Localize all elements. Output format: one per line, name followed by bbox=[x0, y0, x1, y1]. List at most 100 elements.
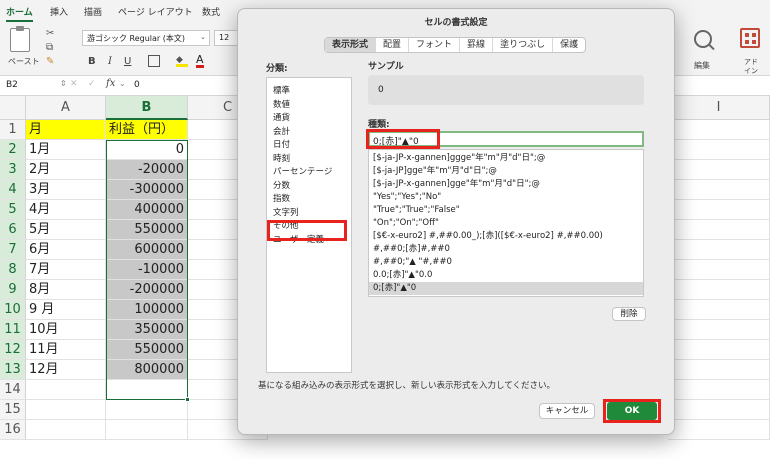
category-item[interactable]: 日付 bbox=[273, 138, 290, 150]
column-header-i[interactable]: I bbox=[668, 96, 770, 120]
row-header[interactable]: 11 bbox=[0, 320, 26, 340]
profit-cell[interactable]: 550000 bbox=[106, 220, 188, 240]
month-cell[interactable]: 9 月 bbox=[26, 300, 106, 320]
cancel-entry-icon[interactable]: ✕ bbox=[70, 79, 78, 89]
edit-label[interactable]: 編集 bbox=[694, 60, 710, 71]
tab-draw[interactable]: 描画 bbox=[84, 5, 102, 18]
category-item[interactable]: 時刻 bbox=[273, 152, 290, 164]
row-header[interactable]: 3 bbox=[0, 160, 26, 180]
fill-color-icon[interactable]: ◆ bbox=[176, 55, 188, 67]
category-item[interactable]: 標準 bbox=[273, 84, 290, 96]
select-all-corner[interactable] bbox=[0, 96, 26, 120]
format-type-item[interactable]: "True";"True";"False" bbox=[369, 204, 643, 217]
month-cell[interactable]: 5月 bbox=[26, 220, 106, 240]
scissors-icon[interactable]: ✂ bbox=[46, 28, 54, 39]
format-type-item[interactable]: 0.0;[赤]"▲"0.0 bbox=[369, 269, 643, 282]
month-cell[interactable]: 1月 bbox=[26, 140, 106, 160]
category-item[interactable]: ユーザー定義 bbox=[273, 233, 324, 245]
tab-fill[interactable]: 塗りつぶし bbox=[493, 38, 554, 52]
format-type-item[interactable]: #,##0;[赤]#,##0 bbox=[369, 243, 643, 256]
empty-cell[interactable] bbox=[668, 180, 770, 200]
empty-cell[interactable] bbox=[668, 120, 770, 140]
empty-cell[interactable] bbox=[668, 200, 770, 220]
chevron-down-icon[interactable]: ⌄ bbox=[200, 33, 206, 41]
month-cell[interactable]: 4月 bbox=[26, 200, 106, 220]
addins-icon[interactable] bbox=[740, 28, 760, 48]
month-cell[interactable]: 2月 bbox=[26, 160, 106, 180]
insert-function-button[interactable]: fx bbox=[106, 78, 115, 89]
row-header[interactable]: 12 bbox=[0, 340, 26, 360]
profit-cell[interactable]: 550000 bbox=[106, 340, 188, 360]
addins-label[interactable]: アド イン bbox=[744, 58, 764, 76]
format-type-item[interactable]: "Yes";"Yes";"No" bbox=[369, 191, 643, 204]
month-cell[interactable]: 10月 bbox=[26, 320, 106, 340]
profit-cell[interactable]: 100000 bbox=[106, 300, 188, 320]
format-type-item[interactable]: [$-ja-JP]gge"年"m"月"d"日";@ bbox=[369, 165, 643, 178]
underline-button[interactable]: U bbox=[124, 56, 131, 67]
category-item[interactable]: 数値 bbox=[273, 98, 290, 110]
profit-cell[interactable]: -10000 bbox=[106, 260, 188, 280]
month-cell[interactable]: 11月 bbox=[26, 340, 106, 360]
chevron-down-icon[interactable]: ⌄ bbox=[119, 79, 126, 88]
tab-formulas[interactable]: 数式 bbox=[202, 5, 220, 18]
copy-icon[interactable]: ⧉ bbox=[46, 42, 53, 53]
font-color-button[interactable]: A bbox=[196, 54, 204, 68]
row-header[interactable]: 2 bbox=[0, 140, 26, 160]
name-box-stepper-icon[interactable]: ⇕ bbox=[60, 79, 67, 88]
profit-cell[interactable]: 0 bbox=[106, 140, 188, 160]
empty-cell[interactable] bbox=[26, 380, 106, 400]
empty-cell[interactable] bbox=[106, 420, 188, 440]
row-header[interactable]: 8 bbox=[0, 260, 26, 280]
category-list[interactable]: 標準 数値 通貨 会計 日付 時刻 パーセンテージ 分数 指数 文字列 その他 ユーザー定義 bbox=[266, 77, 352, 373]
row-header[interactable]: 9 bbox=[0, 280, 26, 300]
ok-button[interactable]: OK bbox=[607, 402, 657, 420]
format-type-item[interactable]: 0;[赤]"▲"0 bbox=[369, 282, 643, 295]
empty-cell[interactable] bbox=[668, 300, 770, 320]
empty-cell[interactable] bbox=[668, 220, 770, 240]
row-header[interactable]: 13 bbox=[0, 360, 26, 380]
month-cell[interactable]: 8月 bbox=[26, 280, 106, 300]
row-header[interactable]: 10 bbox=[0, 300, 26, 320]
clipboard-paste-icon[interactable] bbox=[10, 26, 30, 52]
tab-insert[interactable]: 挿入 bbox=[50, 5, 68, 18]
empty-cell[interactable] bbox=[26, 400, 106, 420]
empty-cell[interactable] bbox=[668, 380, 770, 400]
category-item[interactable]: 会計 bbox=[273, 125, 290, 137]
tab-number-format[interactable]: 表示形式 bbox=[325, 38, 377, 52]
row-header[interactable]: 6 bbox=[0, 220, 26, 240]
profit-cell[interactable]: 400000 bbox=[106, 200, 188, 220]
category-item[interactable]: 分数 bbox=[273, 179, 290, 191]
row-header[interactable]: 16 bbox=[0, 420, 26, 440]
confirm-entry-icon[interactable]: ✓ bbox=[88, 79, 96, 89]
fill-handle[interactable] bbox=[185, 397, 190, 402]
month-cell[interactable]: 6月 bbox=[26, 240, 106, 260]
empty-cell[interactable] bbox=[668, 360, 770, 380]
format-type-input[interactable]: 0;[赤]"▲"0 bbox=[368, 131, 644, 147]
profit-cell[interactable]: 350000 bbox=[106, 320, 188, 340]
profit-cell[interactable]: -200000 bbox=[106, 280, 188, 300]
header-cell-profit[interactable]: 利益（円） bbox=[106, 120, 188, 140]
empty-cell[interactable] bbox=[668, 160, 770, 180]
profit-cell[interactable]: -20000 bbox=[106, 160, 188, 180]
row-header[interactable]: 15 bbox=[0, 400, 26, 420]
category-item[interactable]: パーセンテージ bbox=[273, 165, 332, 177]
italic-button[interactable]: I bbox=[108, 56, 112, 67]
category-item[interactable]: 指数 bbox=[273, 192, 290, 204]
row-header[interactable]: 1 bbox=[0, 120, 26, 140]
empty-cell[interactable] bbox=[668, 240, 770, 260]
format-painter-icon[interactable]: ✎ bbox=[46, 56, 54, 67]
empty-cell[interactable] bbox=[106, 380, 188, 400]
format-type-item[interactable]: #,##0;"▲ "#,##0 bbox=[369, 256, 643, 269]
row-header[interactable]: 14 bbox=[0, 380, 26, 400]
empty-cell[interactable] bbox=[106, 400, 188, 420]
search-icon[interactable] bbox=[694, 30, 712, 48]
tab-alignment[interactable]: 配置 bbox=[376, 38, 410, 52]
category-item[interactable]: 通貨 bbox=[273, 111, 290, 123]
font-name-select[interactable]: 游ゴシック Regular (本文) bbox=[82, 30, 210, 46]
format-type-item[interactable]: "On";"On";"Off" bbox=[369, 217, 643, 230]
column-header-b[interactable]: B bbox=[106, 96, 188, 120]
tab-page-layout[interactable]: ページ レイアウト bbox=[118, 5, 193, 18]
empty-cell[interactable] bbox=[26, 420, 106, 440]
empty-cell[interactable] bbox=[668, 320, 770, 340]
format-type-item[interactable]: [$€-x-euro2] #,##0.00_);[赤]([$€-x-euro2]… bbox=[369, 230, 643, 243]
